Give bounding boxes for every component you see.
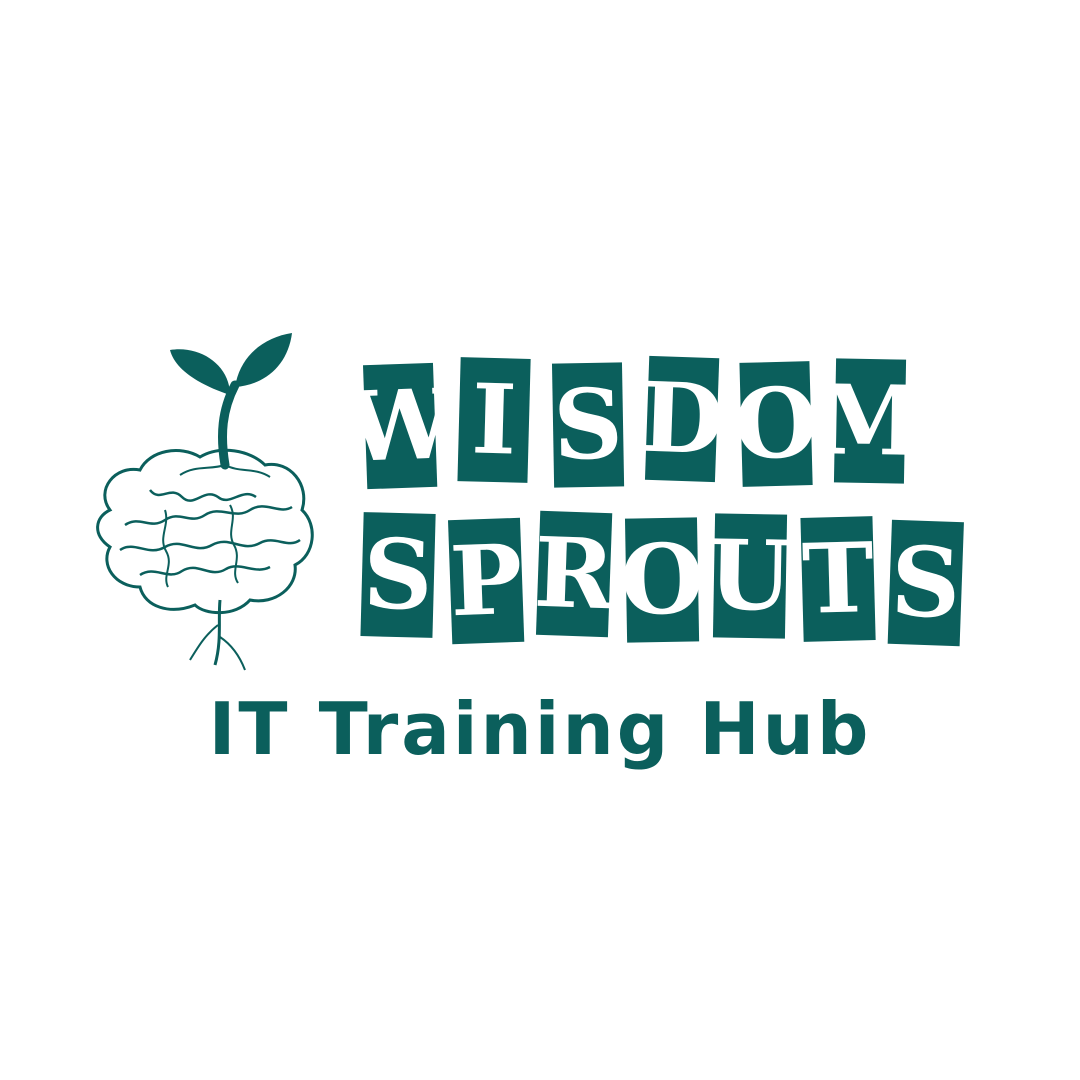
letter-tile: I [457,357,531,483]
letter-tile: S [551,362,625,488]
letter-tile: D [639,355,726,483]
letter-tile: R [532,510,616,638]
letter-tile: O [619,517,705,643]
brand-line-1: W I S D O M [344,355,929,490]
letter-tile: U [707,513,793,639]
letter-tile: O [733,361,819,487]
brand-line-2: S P R O U T S [360,510,978,647]
brand-tagline: IT Training Hub [208,687,872,771]
letter-tile: S [887,519,964,647]
letter-tile: W [344,362,456,490]
letter-tile: T [800,516,876,642]
letter-tile: M [816,358,924,484]
letter-tile: S [360,512,436,638]
logo-canvas: W I S D O M S P R O U T S IT Training Hu… [0,0,1080,1080]
sprouting-brain-icon [96,333,314,671]
letter-tile: P [447,517,525,645]
